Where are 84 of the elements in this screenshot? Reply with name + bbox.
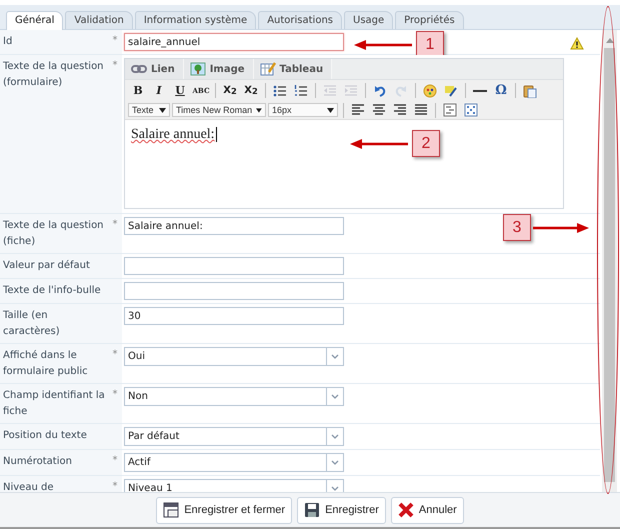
chevron-down-icon [331, 394, 339, 400]
arrow [533, 222, 589, 234]
paste-icon [523, 84, 537, 98]
chevron-down-icon [331, 486, 339, 492]
editor-text[interactable]: Salaire annuel: [131, 127, 217, 142]
numbers-icon [294, 84, 308, 98]
required-marker: * [112, 389, 118, 400]
chevron-down-icon [331, 434, 339, 440]
text-field[interactable]: salaire_annuel [124, 33, 344, 51]
tab[interactable]: Usage [344, 11, 394, 29]
emoticon-icon [423, 84, 437, 98]
redo-icon [394, 84, 408, 98]
undo-icon [373, 84, 387, 98]
field-label: Id [2, 35, 14, 49]
field-label: Niveau de [2, 481, 54, 492]
chain-link-icon [131, 62, 147, 76]
field-label: Taille (en caractères) [2, 309, 61, 339]
required-marker: * [112, 35, 118, 46]
field-label: Valeur par défaut [2, 259, 91, 273]
field-label: Position du texte [2, 429, 88, 443]
scroll-up-icon [606, 38, 614, 43]
tab[interactable]: Autorisations [258, 11, 342, 29]
format-dropdown[interactable]: Times New Roman [172, 103, 266, 117]
dropdown[interactable]: Par défaut [124, 427, 344, 446]
triangle-down-icon [327, 108, 334, 112]
triangle-down-icon [159, 108, 166, 112]
table-pencil-icon [260, 62, 276, 76]
outdent-icon [323, 84, 337, 98]
field-label: Affiché dans le formulaire public [2, 349, 89, 379]
align-left-icon [351, 103, 365, 117]
insert-tab[interactable]: Image [184, 59, 254, 79]
tab[interactable]: Propriétés [395, 11, 464, 29]
insert-tab[interactable]: Lien [125, 59, 184, 79]
callout-number: 3 [503, 214, 531, 241]
field-label: Texte de l'info-bulle [2, 284, 102, 298]
field-label: Champ identifiant la fiche [2, 389, 106, 419]
save-button[interactable]: Enregistrer [297, 496, 386, 524]
text-field[interactable]: Salaire annuel: [124, 217, 344, 235]
spellcheck-icon [444, 84, 458, 98]
required-marker: * [112, 349, 118, 360]
align-center-icon [372, 103, 386, 117]
indent-icon [344, 84, 358, 98]
chevron-down-icon [331, 354, 339, 360]
picture-icon [190, 62, 206, 76]
align-right-icon [393, 103, 407, 117]
horizontal-line-icon [473, 90, 487, 92]
tab[interactable]: Information système [134, 11, 256, 29]
required-marker: * [112, 219, 118, 230]
cross-icon [398, 502, 414, 518]
dropdown[interactable]: Actif [124, 453, 344, 472]
callout-number: 2 [412, 130, 440, 157]
text-field[interactable]: 30 [124, 307, 344, 325]
chevron-down-icon [331, 460, 339, 466]
field-label: Numérotation [2, 455, 73, 469]
text-field[interactable] [124, 282, 344, 300]
scrollbar[interactable] [602, 30, 617, 492]
window-save-icon [163, 502, 180, 518]
arrow [350, 138, 410, 150]
arrow [354, 38, 414, 50]
tab[interactable]: Validation [65, 11, 133, 29]
triangle-down-icon [256, 108, 262, 112]
cancel-button[interactable]: Annuler [390, 496, 464, 524]
format-dropdown[interactable]: 16px [268, 103, 338, 117]
field-label: Texte de la question (formulaire) [2, 60, 105, 90]
save-and-close-button[interactable]: Enregistrer et fermer [156, 496, 292, 524]
text-field[interactable] [124, 257, 344, 275]
bullets-icon [273, 84, 287, 98]
scrollbar-thumb[interactable] [604, 48, 615, 482]
required-marker: * [112, 60, 118, 71]
required-marker: * [112, 481, 118, 492]
format-dropdown[interactable]: Texte [128, 103, 170, 117]
dropdown[interactable]: Non [124, 387, 344, 406]
grid-icon [464, 103, 478, 117]
tab[interactable]: Général [6, 11, 64, 30]
underline-button[interactable]: U [170, 82, 190, 100]
justify-icon [414, 103, 428, 117]
template-icon [443, 103, 457, 117]
italic-button[interactable]: I [149, 82, 169, 100]
dropdown[interactable]: Oui [124, 347, 344, 366]
field-label: Texte de la question (fiche) [2, 219, 105, 249]
omega-button[interactable]: Ω [491, 82, 511, 100]
required-marker: * [112, 455, 118, 466]
insert-tab[interactable]: Tableau [254, 59, 332, 79]
bold-button[interactable]: B [128, 82, 148, 100]
